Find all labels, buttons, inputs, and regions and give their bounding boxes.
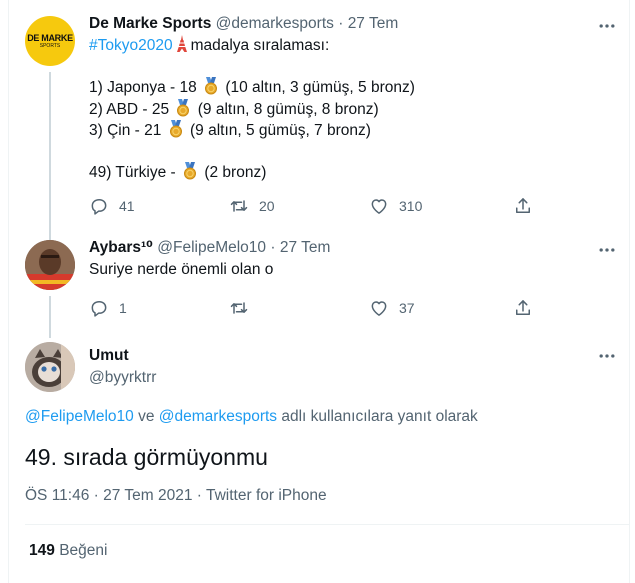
like-button[interactable]: 310: [369, 194, 422, 218]
reply-count: 41: [119, 198, 135, 214]
reply-context: @FelipeMelo10 ve @demarkesports adlı kul…: [25, 408, 478, 426]
ranking-line: 2) ABD - 25: [89, 100, 170, 118]
tweet-line: madalya sıralaması:: [190, 37, 330, 54]
reply-count: 1: [119, 300, 127, 316]
tweet-meta: ÖS 11:46 · 27 Tem 2021 · Twitter for iPh…: [25, 487, 327, 505]
like-count: 37: [399, 300, 415, 316]
reply-icon: [89, 196, 109, 216]
handle[interactable]: @byyrktrr: [89, 368, 625, 388]
retweet-count: 20: [259, 198, 275, 214]
tweet-aybars[interactable]: Aybars¹⁰ @FelipeMelo10 · 27 Tem Suriye n…: [25, 238, 625, 338]
avatar-umut[interactable]: [25, 342, 75, 392]
share-button[interactable]: [513, 194, 533, 218]
share-icon: [513, 196, 533, 216]
separator: ·: [196, 487, 202, 504]
separator: ·: [338, 15, 344, 32]
separator: ·: [270, 239, 276, 256]
avatar-logo-subtext: SPORTS: [39, 43, 61, 49]
tweet-header: De Marke Sports @demarkesports · 27 Tem: [89, 14, 625, 34]
like-button[interactable]: 37: [369, 296, 415, 320]
ranking-detail: (9 altın, 5 gümüş, 7 bronz): [190, 122, 371, 139]
ranking-line: 3) Çin - 21: [89, 122, 162, 139]
thread-line: [49, 72, 51, 240]
tweet-date[interactable]: 27 Tem 2021: [103, 487, 192, 504]
tweet-time[interactable]: ÖS 11:46: [25, 487, 89, 504]
reply-button[interactable]: 41: [89, 194, 135, 218]
tweet-demarke[interactable]: DE MARKE SPORTS De Marke Sports @demarke…: [25, 14, 625, 240]
medal-icon: [168, 120, 184, 138]
reply-context-text: adlı kullanıcılara yanıt olarak: [281, 408, 478, 425]
avatar-photo: [25, 342, 75, 392]
more-icon[interactable]: [597, 16, 617, 36]
more-icon[interactable]: [597, 240, 617, 260]
mention-link[interactable]: @FelipeMelo10: [25, 408, 134, 425]
retweet-button[interactable]: 20: [229, 194, 275, 218]
retweet-icon: [229, 298, 249, 318]
tweet-date[interactable]: 27 Tem: [280, 239, 331, 256]
tweet-text: Suriye nerde önemli olan o: [89, 261, 274, 278]
share-icon: [513, 298, 533, 318]
display-name[interactable]: De Marke Sports: [89, 15, 211, 32]
ranking-detail: (2 bronz): [204, 164, 267, 181]
retweet-icon: [229, 196, 249, 216]
avatar-aybars[interactable]: [25, 240, 75, 290]
like-count: 310: [399, 198, 423, 214]
reply-button[interactable]: 1: [89, 296, 127, 320]
tweet-text: #Tokyo2020 madalya sıralaması: 1) Japonya…: [89, 35, 625, 184]
tweet-date[interactable]: 27 Tem: [348, 15, 399, 32]
separator: ·: [93, 487, 99, 504]
likes-label: Beğeni: [59, 542, 108, 559]
medal-icon: [203, 77, 219, 95]
avatar-photo: [25, 240, 75, 290]
ranking-detail: (9 altın, 8 gümüş, 8 bronz): [197, 100, 379, 118]
like-icon: [369, 196, 389, 216]
ranking-line: 49) Türkiye -: [89, 164, 176, 181]
retweet-button[interactable]: [229, 296, 259, 320]
display-name[interactable]: Umut: [89, 347, 129, 364]
main-tweet-text: 49. sırada görmüyonmu: [25, 444, 268, 470]
divider: [25, 524, 629, 525]
likes-count: 149: [29, 542, 55, 559]
more-icon[interactable]: [597, 346, 617, 366]
tweet-header: Aybars¹⁰ @FelipeMelo10 · 27 Tem: [89, 238, 625, 258]
medal-icon: [182, 162, 198, 180]
handle[interactable]: @demarkesports: [216, 15, 334, 32]
avatar-demarke[interactable]: DE MARKE SPORTS: [25, 16, 75, 66]
tweet-source[interactable]: Twitter for iPhone: [206, 487, 327, 504]
ranking-line: 1) Japonya - 18: [89, 79, 197, 96]
mention-link[interactable]: @demarkesports: [159, 408, 277, 425]
hashtag-link[interactable]: #Tokyo2020: [89, 37, 173, 54]
thread-line: [49, 296, 51, 338]
likes-stat[interactable]: 149 Beğeni: [29, 542, 107, 560]
reply-and: ve: [138, 408, 155, 425]
conversation-panel: DE MARKE SPORTS De Marke Sports @demarke…: [8, 0, 630, 583]
ranking-detail: (10 altın, 3 gümüş, 5 bronz): [225, 79, 415, 96]
avatar-logo-text: DE MARKE: [27, 33, 73, 43]
tweet-actions: 41 20 310: [89, 194, 549, 218]
like-icon: [369, 298, 389, 318]
tweet-actions: 1 37: [89, 296, 549, 320]
medal-icon: [175, 99, 191, 117]
reply-icon: [89, 298, 109, 318]
tweet-main: Umut @byyrktrr @FelipeMelo10 ve @demarke…: [25, 342, 625, 522]
display-name[interactable]: Aybars¹⁰: [89, 239, 153, 256]
tokyo-tower-icon: [176, 35, 188, 52]
handle[interactable]: @FelipeMelo10: [157, 239, 266, 256]
share-button[interactable]: [513, 296, 533, 320]
